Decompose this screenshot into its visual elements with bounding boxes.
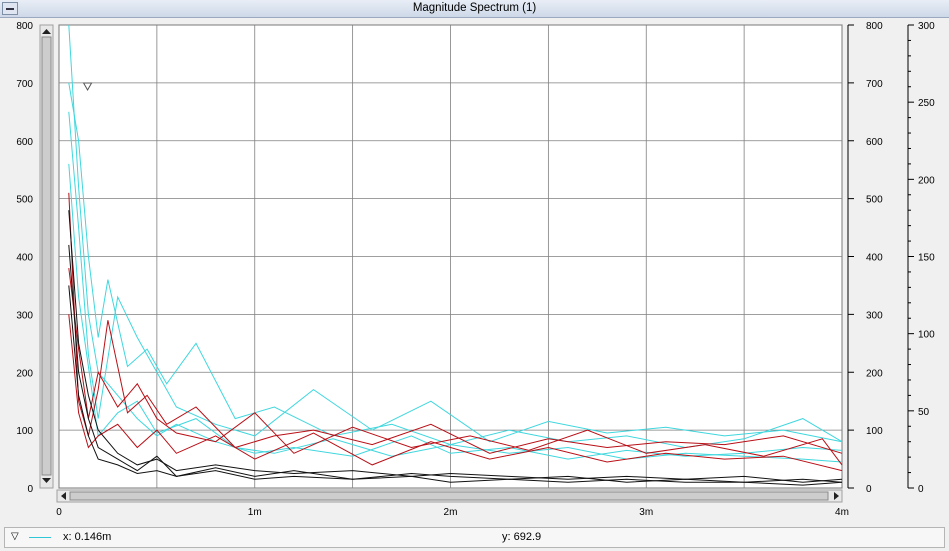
secondary-y-tick-label: 100 [918, 330, 935, 341]
x-readout: x: 0.146m [63, 531, 112, 543]
horizontal-scroll-thumb[interactable] [69, 491, 829, 501]
y-tick-label: 500 [16, 195, 33, 206]
right-y-tick-label: 0 [866, 484, 872, 495]
status-bar: ▽ x: 0.146m y: 692.9 [4, 527, 945, 548]
x-tick-label: 4m [835, 507, 849, 518]
x-tick-label: 3m [639, 507, 653, 518]
secondary-y-tick-label: 150 [918, 253, 935, 264]
window-title: Magnitude Spectrum (1) [412, 2, 537, 14]
right-y-tick-label: 700 [866, 79, 883, 90]
title-bar: Magnitude Spectrum (1) [0, 0, 949, 18]
legend-swatch [29, 537, 51, 538]
secondary-y-tick-label: 200 [918, 175, 935, 186]
spectrum-chart[interactable]: 0100200300400500600700800010020030040050… [0, 17, 949, 527]
y-tick-label: 700 [16, 79, 33, 90]
y-readout: y: 692.9 [502, 531, 542, 543]
y-tick-label: 200 [16, 368, 33, 379]
y-tick-label: 600 [16, 137, 33, 148]
right-y-tick-label: 500 [866, 195, 883, 206]
y-tick-label: 400 [16, 253, 33, 264]
x-tick-label: 1m [248, 507, 262, 518]
secondary-y-tick-label: 300 [918, 21, 935, 32]
y-tick-label: 100 [16, 426, 33, 437]
right-y-tick-label: 200 [866, 368, 883, 379]
vertical-scroll-thumb[interactable] [41, 36, 52, 476]
secondary-y-tick-label: 250 [918, 98, 935, 109]
x-tick-label: 0 [56, 507, 62, 518]
right-y-tick-label: 100 [866, 426, 883, 437]
y-tick-label: 800 [16, 21, 33, 32]
right-y-tick-label: 400 [866, 253, 883, 264]
x-tick-label: 2m [444, 507, 458, 518]
marker-icon: ▽ [11, 531, 19, 542]
y-tick-label: 0 [27, 484, 33, 495]
secondary-y-tick-label: 0 [918, 484, 924, 495]
right-y-tick-label: 600 [866, 137, 883, 148]
y-tick-label: 300 [16, 310, 33, 321]
right-y-tick-label: 300 [866, 310, 883, 321]
right-y-tick-label: 800 [866, 21, 883, 32]
secondary-y-tick-label: 50 [918, 407, 930, 418]
